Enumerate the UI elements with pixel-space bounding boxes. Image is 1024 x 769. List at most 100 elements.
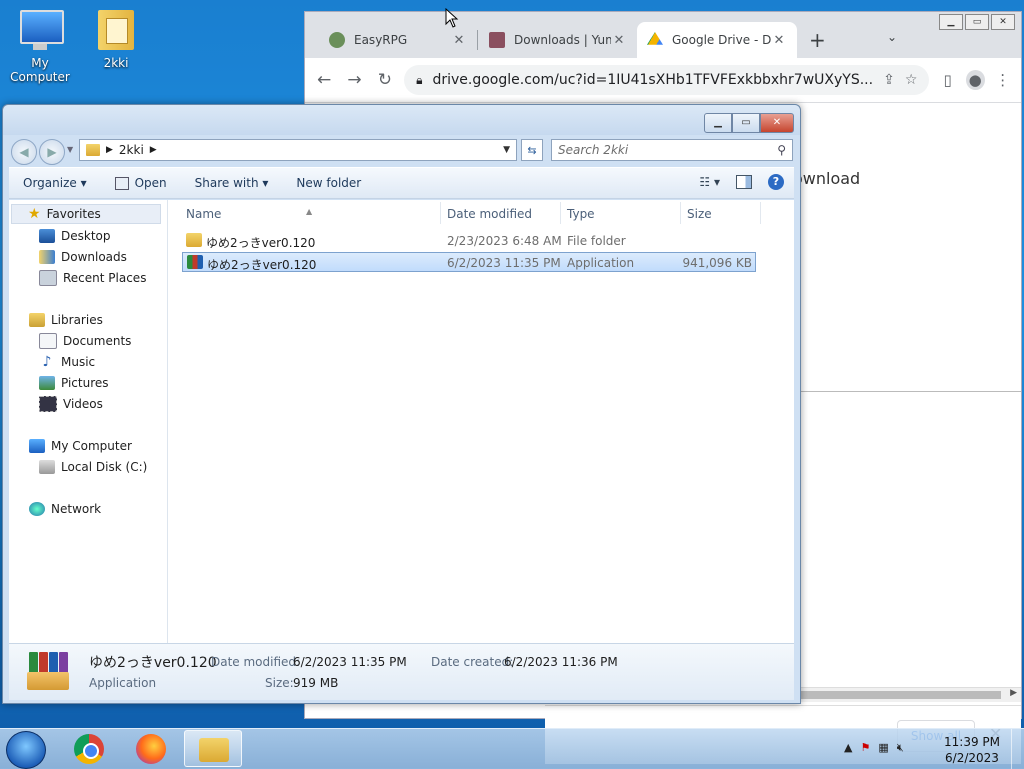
new-tab-button[interactable]: +: [809, 28, 826, 52]
back-button[interactable]: ◀: [11, 139, 37, 165]
table-row[interactable]: ゆめ2っきver0.120 6/2/2023 11:35 PM Applicat…: [182, 252, 756, 272]
organize-button[interactable]: Organize ▾: [23, 176, 87, 190]
tab-google-drive[interactable]: Google Drive - Do ✕: [637, 22, 797, 58]
close-button[interactable]: ✕: [760, 113, 794, 133]
nav-label: Local Disk (C:): [61, 460, 148, 474]
share-icon[interactable]: ⇪: [883, 72, 895, 88]
refresh-button[interactable]: ⇆: [521, 139, 543, 161]
close-icon[interactable]: ✕: [771, 33, 787, 48]
sort-arrow-icon: ▲: [306, 207, 313, 216]
table-row[interactable]: ゆめ2っきver0.120 2/23/2023 6:48 AM File fol…: [182, 231, 756, 251]
scroll-right-icon[interactable]: ▶: [1010, 688, 1017, 698]
column-name[interactable]: Name: [186, 207, 221, 221]
explorer-title-bar[interactable]: ▁ ▭ ✕: [3, 105, 800, 135]
maximize-button[interactable]: ▭: [965, 14, 989, 30]
firefox-icon: [136, 734, 166, 764]
file-size: 941,096 KB: [682, 256, 752, 270]
clock-time: 11:39 PM: [944, 735, 1000, 749]
videos-icon: [39, 396, 57, 412]
share-with-button[interactable]: Share with ▾: [195, 176, 269, 190]
nav-my-computer[interactable]: My Computer: [29, 436, 132, 456]
minimize-button[interactable]: ▁: [939, 14, 963, 30]
horizontal-scrollbar[interactable]: ▶: [801, 687, 1021, 702]
nav-desktop[interactable]: Desktop: [39, 226, 111, 246]
nav-local-disk[interactable]: Local Disk (C:): [39, 457, 147, 477]
volume-muted-icon[interactable]: 🔇︎: [897, 741, 904, 755]
search-icon[interactable]: ⚲: [777, 143, 786, 157]
close-icon[interactable]: ✕: [451, 33, 467, 48]
open-button[interactable]: Open: [114, 176, 167, 190]
nav-network[interactable]: Network: [29, 499, 101, 519]
change-view-icon[interactable]: ☷ ▾: [699, 175, 720, 189]
side-panel-icon[interactable]: ▯: [937, 71, 958, 89]
close-icon[interactable]: ✕: [611, 33, 627, 48]
view-controls: ☷ ▾ ?: [699, 174, 784, 190]
nav-favorites[interactable]: ★ Favorites: [11, 204, 161, 224]
desktop-icon-my-computer[interactable]: My Computer: [0, 8, 80, 84]
breadcrumb-item[interactable]: 2kki: [119, 143, 144, 157]
reload-icon[interactable]: ↻: [374, 70, 396, 90]
hard-drive-icon: [39, 460, 55, 474]
open-program-icon: [114, 176, 129, 190]
desktop-icon-2kki[interactable]: 2kki: [76, 8, 156, 70]
nav-label: Music: [61, 355, 96, 369]
details-size-value: 919 MB: [293, 676, 339, 690]
nav-downloads[interactable]: Downloads: [39, 247, 127, 267]
explorer-window-controls: ▁ ▭ ✕: [704, 113, 794, 133]
nav-recent-places[interactable]: Recent Places: [39, 268, 146, 288]
show-desktop-button[interactable]: [1011, 729, 1024, 769]
column-type[interactable]: Type: [567, 207, 595, 221]
tab-label: Downloads | Yum: [514, 33, 611, 47]
nav-documents[interactable]: Documents: [39, 331, 131, 351]
taskbar-explorer[interactable]: [184, 730, 242, 767]
file-date: 6/2/2023 11:35 PM: [447, 256, 561, 270]
forward-arrow-icon[interactable]: →: [343, 70, 365, 90]
recent-pages-chevron-icon[interactable]: ▼: [67, 145, 73, 154]
start-button[interactable]: [6, 731, 46, 769]
nav-music[interactable]: ♪ Music: [39, 352, 96, 372]
yume-favicon-icon: [489, 32, 505, 48]
forward-button[interactable]: ▶: [39, 139, 65, 165]
tab-downloads-yume[interactable]: Downloads | Yum ✕: [479, 22, 637, 58]
menu-kebab-icon[interactable]: ⋮: [993, 71, 1014, 89]
help-icon[interactable]: ?: [768, 174, 784, 190]
desktop-icon-label: 2kki: [103, 56, 129, 70]
scrollbar-thumb[interactable]: [801, 691, 1001, 699]
taskbar-chrome[interactable]: [60, 730, 118, 767]
address-dropdown-icon[interactable]: ▼: [503, 145, 510, 155]
divider: [801, 391, 1021, 392]
back-arrow-icon[interactable]: ←: [313, 70, 335, 90]
tab-search-chevron-icon[interactable]: ⌄: [887, 30, 897, 44]
taskbar-firefox[interactable]: [122, 730, 180, 767]
new-folder-button[interactable]: New folder: [296, 176, 361, 190]
show-hidden-icons-chevron-icon[interactable]: ▲: [844, 741, 852, 755]
file-type: Application: [567, 256, 635, 270]
nav-libraries[interactable]: Libraries: [29, 310, 103, 330]
breadcrumb-separator-icon[interactable]: ▶: [150, 145, 157, 155]
profile-avatar-icon[interactable]: ●: [965, 70, 985, 90]
network-status-icon[interactable]: ▦: [878, 741, 888, 755]
address-bar[interactable]: 🔒︎ drive.google.com/uc?id=1IU41sXHb1TFVF…: [404, 65, 930, 95]
file-list: ▲ Name Date modified Type Size ゆめ2っきver0…: [168, 200, 794, 643]
column-size[interactable]: Size: [687, 207, 712, 221]
close-button[interactable]: ✕: [991, 14, 1015, 30]
breadcrumb-separator-icon[interactable]: ▶: [106, 145, 113, 155]
maximize-button[interactable]: ▭: [732, 113, 760, 133]
minimize-button[interactable]: ▁: [704, 113, 732, 133]
nav-videos[interactable]: Videos: [39, 394, 103, 414]
pictures-icon: [39, 376, 55, 390]
preview-pane-icon[interactable]: [736, 175, 752, 189]
nav-label: Libraries: [51, 313, 103, 327]
search-input[interactable]: Search 2kki ⚲: [551, 139, 793, 161]
file-name: ゆめ2っきver0.120: [207, 258, 317, 272]
libraries-icon: [29, 313, 45, 327]
breadcrumb[interactable]: ▶ 2kki ▶ ▼: [79, 139, 517, 161]
details-modified-value: 6/2/2023 11:35 PM: [293, 655, 407, 669]
clock[interactable]: 11:39 PM 6/2/2023: [944, 734, 1000, 766]
action-center-flag-icon[interactable]: ⚑: [860, 741, 870, 755]
nav-pictures[interactable]: Pictures: [39, 373, 109, 393]
bookmark-star-icon[interactable]: ☆: [905, 72, 918, 88]
tab-label: Google Drive - Do: [672, 33, 771, 47]
column-date-modified[interactable]: Date modified: [447, 207, 532, 221]
explorer-window: ▁ ▭ ✕ ◀ ▶ ▼ ▶ 2kki ▶ ▼ ⇆ Search 2kki ⚲ O…: [2, 104, 801, 704]
